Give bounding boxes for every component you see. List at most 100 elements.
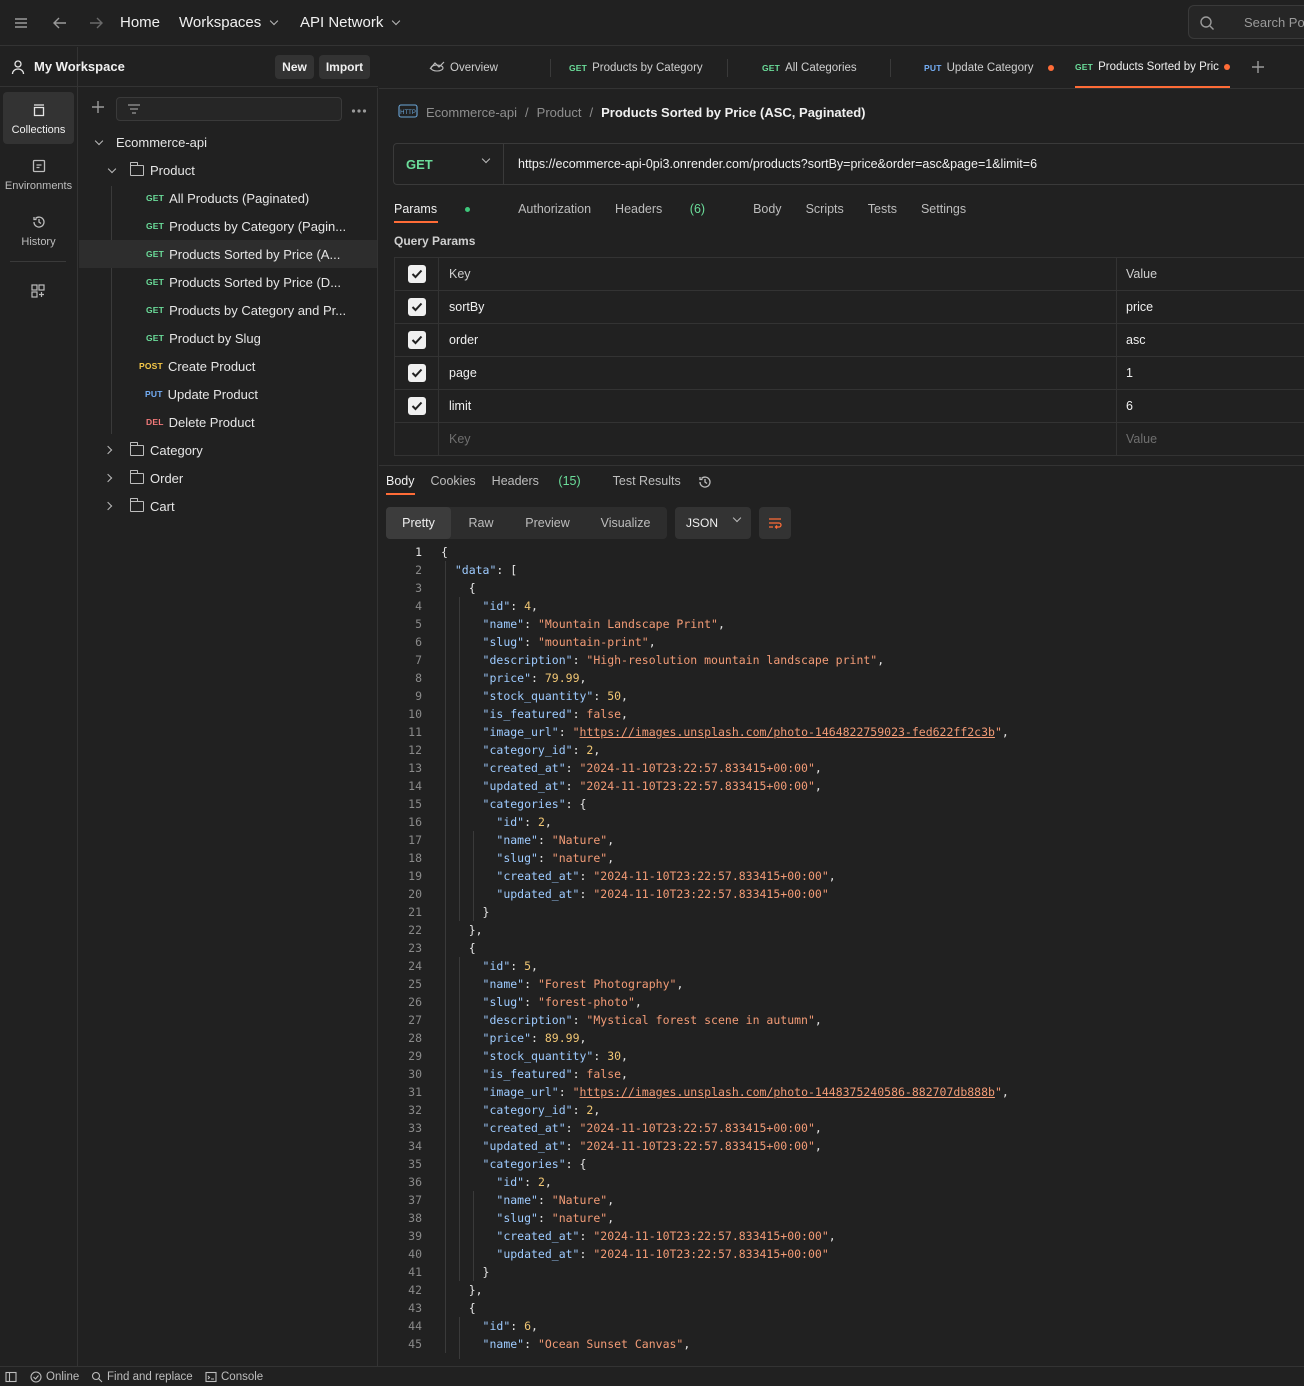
request-row[interactable]: POST Create Product: [79, 352, 377, 380]
code-token: "Forest Photography": [537, 977, 677, 991]
param-key[interactable]: page: [449, 366, 477, 380]
code-token: ,: [634, 995, 642, 1009]
tab-scripts[interactable]: Scripts: [806, 202, 844, 216]
code-token: 30: [607, 1049, 622, 1063]
home-link[interactable]: Home: [120, 14, 160, 31]
rail-collections[interactable]: Collections: [3, 92, 74, 144]
api-network-menu[interactable]: API Network: [300, 14, 401, 31]
param-checkbox[interactable]: [407, 331, 426, 349]
view-pretty[interactable]: Pretty: [386, 507, 451, 539]
response-tab-cookies[interactable]: Cookies: [431, 474, 476, 488]
forward-arrow-icon[interactable]: [86, 13, 106, 33]
breadcrumb-current[interactable]: Products Sorted by Price (ASC, Paginated…: [601, 105, 865, 120]
request-row[interactable]: GET Products by Category (Pagin...: [79, 212, 377, 240]
param-value[interactable]: 1: [1126, 366, 1133, 380]
response-body-code[interactable]: 1{2 "data": [3 {4 "id": 4, 5 "name": "Mou…: [379, 543, 1304, 1359]
param-value[interactable]: price: [1126, 300, 1153, 314]
new-tab-plus-icon[interactable]: [1251, 60, 1265, 77]
request-label: Products by Category and Pr...: [169, 302, 347, 318]
request-row[interactable]: GET All Products (Paginated): [79, 184, 377, 212]
rail-history[interactable]: History: [3, 204, 74, 256]
request-row[interactable]: GET Products Sorted by Price (D...: [79, 268, 377, 296]
param-key[interactable]: sortBy: [449, 300, 484, 314]
back-arrow-icon[interactable]: [50, 13, 70, 33]
wrap-lines-button[interactable]: [759, 507, 791, 539]
folder-row-product[interactable]: Product: [79, 156, 377, 184]
add-icon[interactable]: [91, 100, 105, 117]
code-token: :: [531, 671, 545, 685]
view-visualize[interactable]: Visualize: [584, 507, 667, 539]
response-divider[interactable]: [379, 465, 1304, 466]
tab-authorization[interactable]: Authorization: [518, 202, 591, 216]
response-tab-headers[interactable]: Headers (15): [492, 474, 597, 488]
apps-grid-icon[interactable]: [30, 283, 46, 302]
param-value[interactable]: 6: [1126, 399, 1133, 413]
tab-update-category[interactable]: PUT Update Category: [924, 47, 1054, 88]
param-key[interactable]: limit: [449, 399, 471, 413]
request-row[interactable]: GET Product by Slug: [79, 324, 377, 352]
tab-overview[interactable]: Overview: [429, 47, 498, 88]
value-placeholder[interactable]: Value: [1126, 432, 1157, 446]
request-row[interactable]: GET Products by Category and Pr...: [79, 296, 377, 324]
request-row[interactable]: PUT Update Product: [79, 380, 377, 408]
breadcrumb-folder[interactable]: Product: [537, 105, 582, 120]
folder-row-category[interactable]: Category: [79, 436, 377, 464]
param-value[interactable]: asc: [1126, 333, 1145, 347]
code-token[interactable]: https://images.unsplash.com/photo-146482…: [580, 725, 995, 739]
view-preview[interactable]: Preview: [511, 507, 584, 539]
filter-input[interactable]: [116, 97, 342, 121]
environments-icon: [32, 159, 45, 173]
code-token: "slug": [496, 1211, 538, 1225]
tab-headers[interactable]: Headers (6): [615, 202, 729, 216]
method-badge: PUT: [924, 62, 942, 73]
request-row[interactable]: DEL Delete Product: [79, 408, 377, 436]
breadcrumb-collection[interactable]: Ecommerce-api: [426, 105, 517, 120]
code-token: :: [510, 1319, 525, 1333]
folder-row-order[interactable]: Order: [79, 464, 377, 492]
response-tab-test-results[interactable]: Test Results: [613, 474, 681, 488]
param-checkbox[interactable]: [407, 364, 426, 382]
param-checkbox[interactable]: [407, 397, 426, 415]
online-status[interactable]: Online: [30, 1371, 79, 1383]
tab-products-sorted-by-price[interactable]: GET Products Sorted by Pric: [1075, 47, 1230, 88]
menu-icon[interactable]: [11, 13, 31, 33]
query-params-title: Query Params: [394, 234, 476, 248]
line-number: 24: [408, 959, 422, 973]
tab-products-by-category[interactable]: GET Products by Category: [569, 47, 703, 88]
workspace-name[interactable]: My Workspace: [34, 59, 125, 74]
column-divider: [1116, 357, 1117, 389]
tab-body[interactable]: Body: [753, 202, 782, 216]
tab-settings[interactable]: Settings: [921, 202, 966, 216]
view-raw[interactable]: Raw: [451, 507, 511, 539]
find-replace-button[interactable]: Find and replace: [91, 1371, 193, 1383]
param-checkbox[interactable]: [407, 298, 426, 316]
request-row[interactable]: GET Products Sorted by Price (A...: [79, 240, 377, 268]
search-input[interactable]: Search Pos: [1188, 5, 1304, 39]
param-key[interactable]: order: [449, 333, 478, 347]
code-line: 41 }: [379, 1263, 1304, 1281]
response-tabs: Body Cookies Headers (15) Test Results: [386, 474, 729, 498]
history-icon[interactable]: [697, 474, 713, 493]
format-select[interactable]: JSON: [675, 507, 751, 539]
toggle-sidebar-icon[interactable]: [5, 1371, 17, 1383]
method-select[interactable]: GET: [394, 144, 504, 184]
code-token[interactable]: https://images.unsplash.com/photo-144837…: [580, 1085, 995, 1099]
import-button[interactable]: Import: [319, 55, 370, 79]
key-placeholder[interactable]: Key: [449, 432, 471, 446]
response-tab-body[interactable]: Body: [386, 474, 415, 495]
tab-params[interactable]: Params: [394, 202, 494, 216]
collection-row[interactable]: Ecommerce-api: [79, 128, 377, 156]
select-all-checkbox[interactable]: [407, 265, 426, 283]
workspaces-menu[interactable]: Workspaces: [179, 14, 279, 31]
folder-row-cart[interactable]: Cart: [79, 492, 377, 520]
more-options-icon[interactable]: [351, 102, 367, 117]
new-button[interactable]: New: [275, 55, 314, 79]
rail-environments[interactable]: Environments: [3, 148, 74, 200]
code-token: "2024-11-10T23:22:57.833415+00:00": [593, 1229, 829, 1243]
code-token: ,: [717, 617, 725, 631]
tab-all-categories[interactable]: GET All Categories: [762, 47, 857, 88]
console-button[interactable]: Console: [205, 1371, 263, 1383]
url-input[interactable]: https://ecommerce-api-0pi3.onrender.com/…: [504, 157, 1037, 171]
tab-tests[interactable]: Tests: [868, 202, 897, 216]
code-token: :: [572, 743, 587, 757]
